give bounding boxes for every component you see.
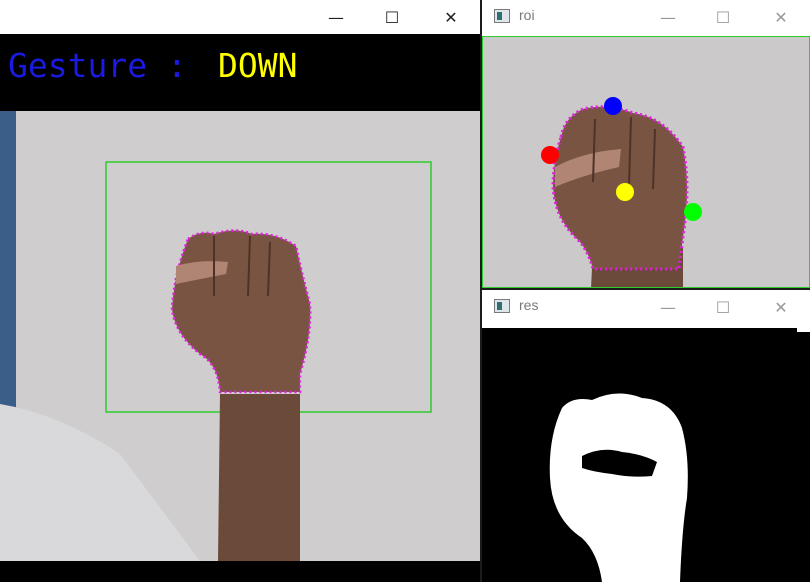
roi-frame xyxy=(483,37,809,287)
roi-window: roi — ☐ ✕ xyxy=(482,0,810,288)
mask-frame xyxy=(482,328,810,582)
res-window: res — ☐ ✕ xyxy=(482,290,810,582)
roi-title: roi xyxy=(519,7,535,23)
res-minimize-button[interactable]: — xyxy=(645,290,691,324)
res-close-button[interactable]: ✕ xyxy=(758,290,804,324)
gesture-label: Gesture : xyxy=(8,46,187,85)
point-blue xyxy=(604,97,622,115)
point-green xyxy=(684,203,702,221)
roi-titlebar[interactable]: roi — ☐ ✕ xyxy=(482,0,810,34)
main-window: — ☐ ✕ Gesture : DOWN xyxy=(0,0,480,582)
res-title: res xyxy=(519,297,539,313)
point-red xyxy=(541,146,559,164)
main-camera-view: Gesture : DOWN xyxy=(0,34,480,582)
roi-minimize-button[interactable]: — xyxy=(645,0,691,34)
res-maximize-button[interactable]: ☐ xyxy=(700,290,746,324)
arm xyxy=(218,394,300,561)
camera-frame xyxy=(0,34,480,582)
main-minimize-button[interactable]: — xyxy=(313,0,359,34)
main-maximize-button[interactable]: ☐ xyxy=(369,0,415,34)
main-titlebar[interactable]: — ☐ ✕ xyxy=(0,0,480,34)
left-edge-object xyxy=(0,111,16,411)
roi-maximize-button[interactable]: ☐ xyxy=(700,0,746,34)
mask-edge xyxy=(797,328,810,332)
point-yellow xyxy=(616,183,634,201)
window-icon xyxy=(494,299,510,313)
gesture-value: DOWN xyxy=(218,46,298,85)
res-titlebar[interactable]: res — ☐ ✕ xyxy=(482,290,810,324)
res-view xyxy=(482,328,810,582)
roi-close-button[interactable]: ✕ xyxy=(758,0,804,34)
roi-view xyxy=(482,36,810,288)
window-icon xyxy=(494,9,510,23)
main-close-button[interactable]: ✕ xyxy=(428,0,474,34)
